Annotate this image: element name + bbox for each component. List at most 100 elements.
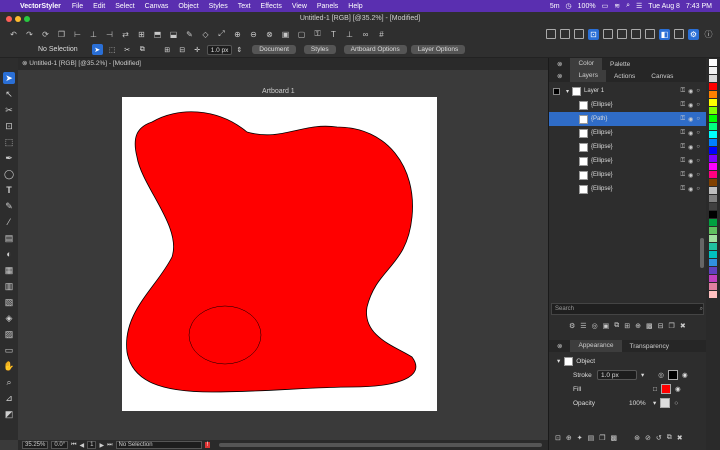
knife-tool-icon[interactable]: ✂ xyxy=(3,104,15,116)
subtract-icon[interactable]: ⊖ xyxy=(248,29,259,40)
snap-icon[interactable]: ⊡ xyxy=(588,28,599,40)
color-swatch[interactable] xyxy=(709,243,717,250)
menu-help[interactable]: Help xyxy=(343,3,367,10)
close-window-button[interactable] xyxy=(6,16,12,22)
hand-tool-icon[interactable]: ✋ xyxy=(3,360,15,372)
slice-tool-icon[interactable]: ▨ xyxy=(3,328,15,340)
flip-icon[interactable]: ⇄ xyxy=(120,29,131,40)
clock-icon[interactable]: ◷ xyxy=(566,2,572,10)
copy-style-icon[interactable]: ❐ xyxy=(599,434,605,442)
stroke-value-field[interactable]: 1.0 px xyxy=(597,370,637,380)
chart-tool-icon[interactable]: ▧ xyxy=(3,296,15,308)
tab-actions[interactable]: Actions xyxy=(606,73,643,80)
guides-icon[interactable] xyxy=(603,28,613,39)
layer-row[interactable]: {Ellipse} ⚿ ◉ ○ xyxy=(549,98,706,112)
visibility-icon[interactable]: ◉ xyxy=(688,172,693,179)
color-swatch[interactable] xyxy=(709,107,717,114)
menu-edit[interactable]: Edit xyxy=(88,3,110,10)
redo-icon[interactable]: ↷ xyxy=(24,29,35,40)
battery-icon[interactable]: ▭ xyxy=(602,2,609,10)
symbol-tool-icon[interactable]: ◈ xyxy=(3,312,15,324)
lock-icon[interactable]: ⚿ xyxy=(312,29,323,40)
styles-button[interactable]: Styles xyxy=(303,45,336,54)
prev-page-icon[interactable]: ◀ xyxy=(80,442,85,449)
color-swatch[interactable] xyxy=(709,67,717,74)
target-icon[interactable]: ○ xyxy=(696,158,700,165)
shape-builder-icon[interactable]: ◐ xyxy=(3,248,15,260)
intersect-icon[interactable]: ⊗ xyxy=(264,29,275,40)
view-mode-icon[interactable] xyxy=(546,28,556,39)
node-tool-icon[interactable]: ↖ xyxy=(3,88,15,100)
color-swatch[interactable] xyxy=(709,147,717,154)
link-icon[interactable]: ∞ xyxy=(360,29,371,40)
lock-icon[interactable]: ⚿ xyxy=(681,88,686,95)
visibility-icon[interactable]: ◉ xyxy=(688,88,693,95)
arrange-icon[interactable]: ⊟ xyxy=(177,44,188,55)
menu-text[interactable]: Text xyxy=(233,3,256,10)
next-page-icon[interactable]: ▶ xyxy=(99,442,104,449)
refresh-icon[interactable]: ⟳ xyxy=(40,29,51,40)
text-icon[interactable]: T xyxy=(328,29,339,40)
target-icon[interactable]: ○ xyxy=(696,130,700,137)
page-field[interactable]: 1 xyxy=(87,441,97,449)
visibility-icon[interactable]: ◉ xyxy=(688,116,693,123)
layer-row[interactable]: {Ellipse} ⚿ ◉ ○ xyxy=(549,154,706,168)
menu-canvas[interactable]: Canvas xyxy=(140,3,174,10)
measure-tool-icon[interactable]: ⊿ xyxy=(3,392,15,404)
target-icon[interactable]: ○ xyxy=(696,186,700,193)
color-swatch[interactable] xyxy=(709,291,717,298)
eyedropper-tool-icon[interactable]: ⁄ xyxy=(3,216,15,228)
selection-tool-icon[interactable]: ➤ xyxy=(3,72,15,84)
node-select-icon[interactable]: ⬚ xyxy=(107,44,118,55)
color-swatch[interactable] xyxy=(709,99,717,106)
wifi-icon[interactable]: ≋ xyxy=(614,2,620,10)
group-icon[interactable]: ▣ xyxy=(280,29,291,40)
align-center-icon[interactable]: ⊥ xyxy=(88,29,99,40)
lock-icon[interactable]: ⚿ xyxy=(681,102,686,109)
measure-icon[interactable]: ⊥ xyxy=(344,29,355,40)
stroke-visibility-icon[interactable]: ◉ xyxy=(682,371,688,379)
layer-options-button[interactable]: Layer Options xyxy=(410,45,466,54)
layers-scrollbar[interactable] xyxy=(700,238,704,268)
lock-icon[interactable]: ⚿ xyxy=(681,172,686,179)
select-mode-icon[interactable]: ➤ xyxy=(91,44,103,55)
rotate-icon[interactable]: ↺ xyxy=(656,434,662,442)
distribute-icon[interactable]: ⊞ xyxy=(136,29,147,40)
first-page-icon[interactable]: ⏮ xyxy=(71,442,76,449)
align-left-icon[interactable]: ⊢ xyxy=(72,29,83,40)
warning-icon[interactable]: ! xyxy=(204,442,211,448)
tab-canvas[interactable]: Canvas xyxy=(643,73,681,80)
control-center-icon[interactable]: ☰ xyxy=(636,2,642,10)
shape-icon[interactable]: ◇ xyxy=(200,29,211,40)
bring-forward-icon[interactable]: ⬒ xyxy=(152,29,163,40)
delete-icon[interactable]: ✖ xyxy=(680,322,686,330)
minimize-window-button[interactable] xyxy=(15,16,21,22)
color-swatch[interactable] xyxy=(709,227,717,234)
panels-toggle-icon[interactable]: ◧ xyxy=(659,28,670,40)
layer-row[interactable]: {Ellipse} ⚿ ◉ ○ xyxy=(549,168,706,182)
tab-layers[interactable]: Layers xyxy=(570,70,606,82)
marquee-tool-icon[interactable]: ⬚ xyxy=(3,136,15,148)
opacity-swatch[interactable] xyxy=(660,398,671,408)
duplicate-icon[interactable]: ⧉ xyxy=(667,434,672,442)
opacity-dropdown-icon[interactable]: ▾ xyxy=(653,399,656,407)
add-stroke-icon[interactable]: ⊡ xyxy=(555,434,561,442)
artboard-options-button[interactable]: Artboard Options xyxy=(343,45,407,54)
options-icon[interactable]: ⚙ xyxy=(569,322,575,330)
color-swatch[interactable] xyxy=(709,267,717,274)
new-layer-icon[interactable]: ⊕ xyxy=(635,322,641,330)
grid-icon[interactable]: # xyxy=(376,29,387,40)
transform-icon[interactable]: ⤢ xyxy=(216,29,227,40)
color-swatch[interactable] xyxy=(709,219,717,226)
panel-close-icon-3[interactable]: ⊗ xyxy=(549,342,570,350)
layer-row[interactable]: {Ellipse} ⚿ ◉ ○ xyxy=(549,182,706,196)
color-swatch[interactable] xyxy=(709,275,717,282)
color-swatch[interactable] xyxy=(709,179,717,186)
delete-icon[interactable]: ✖ xyxy=(677,434,683,442)
panel-close-icon-2[interactable]: ⊗ xyxy=(549,72,570,80)
fill-visibility-icon[interactable]: ◉ xyxy=(675,385,681,393)
pixel-preview-icon[interactable] xyxy=(574,28,584,39)
transform-tool-icon[interactable]: ⊡ xyxy=(3,120,15,132)
group-select-icon[interactable]: ⧉ xyxy=(137,44,148,55)
lock-icon[interactable]: ⚿ xyxy=(681,158,686,165)
